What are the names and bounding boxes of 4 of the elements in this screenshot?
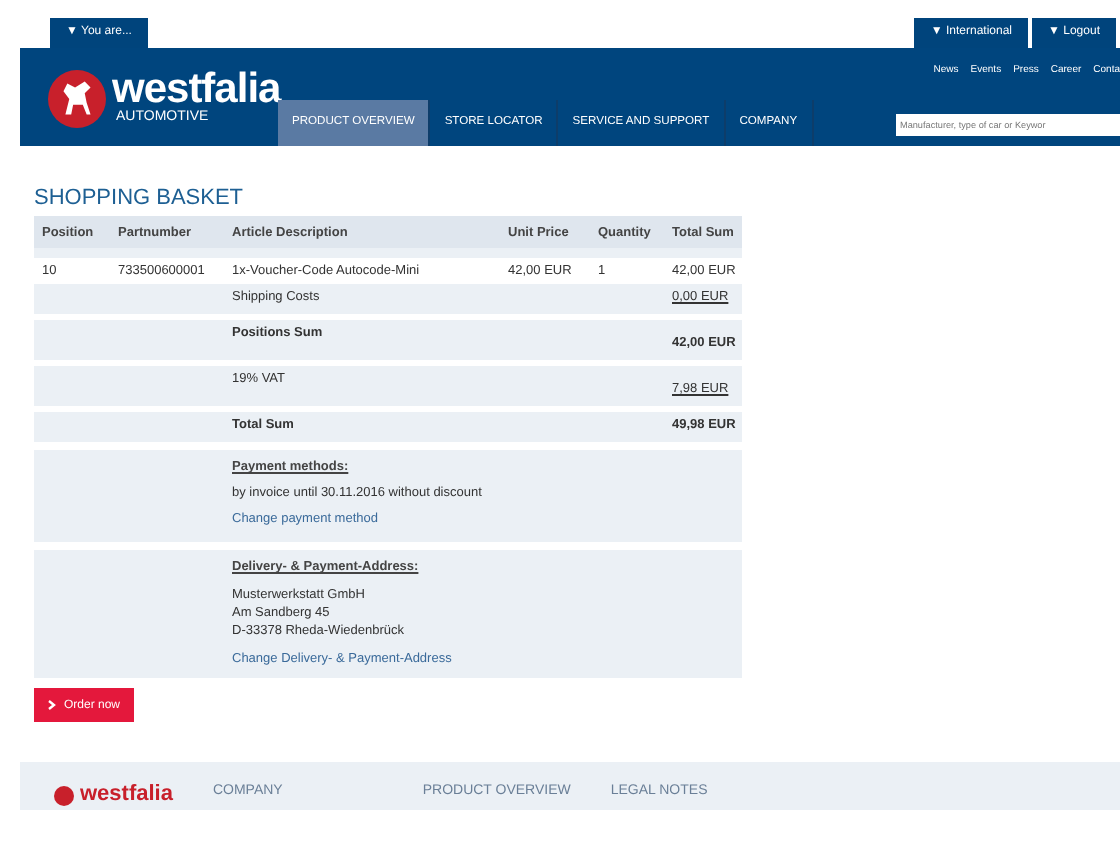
brand-name: westfalia (112, 70, 281, 110)
footer-brand: westfalia (80, 784, 173, 806)
chevron-icon (48, 700, 56, 710)
page-title: SHOPPING BASKET (34, 186, 246, 212)
